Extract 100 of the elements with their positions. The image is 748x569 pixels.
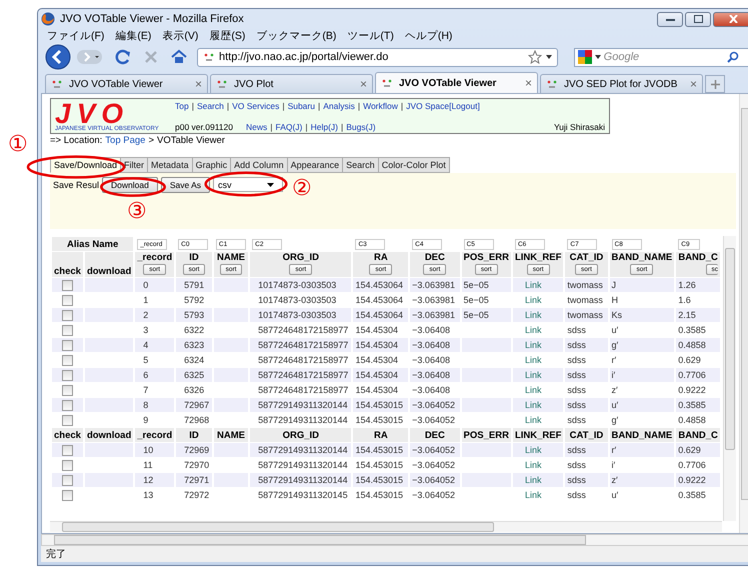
checkbox[interactable] xyxy=(62,460,73,471)
table-link[interactable]: Link xyxy=(514,295,542,305)
table-link[interactable]: Link xyxy=(514,460,542,470)
new-tab-button[interactable] xyxy=(705,75,725,93)
checkbox[interactable] xyxy=(62,414,73,426)
vertical-scrollbar[interactable] xyxy=(723,236,736,521)
tab[interactable]: Metadata xyxy=(147,157,193,173)
browser-tab[interactable]: JVO SED Plot for JVODB × xyxy=(540,74,703,93)
table-link[interactable]: Link xyxy=(514,325,542,335)
table-cell: −3.06408 xyxy=(412,355,450,365)
nav-link[interactable]: Subaru xyxy=(288,101,315,111)
checkbox[interactable] xyxy=(62,400,73,411)
column-title: DEC xyxy=(424,252,445,263)
format-select[interactable]: csv xyxy=(213,177,284,192)
checkbox[interactable] xyxy=(62,324,73,336)
browser-tab[interactable]: JVO VOTable Viewer × xyxy=(375,72,538,93)
horizontal-scrollbar[interactable] xyxy=(50,521,722,532)
address-field[interactable]: http://jvo.nao.ac.jp/portal/viewer.do xyxy=(197,48,558,66)
separator-text: | xyxy=(270,122,272,132)
table-cell: −3.064052 xyxy=(412,475,455,485)
logo-text[interactable]: JVO xyxy=(55,101,130,126)
checkbox[interactable] xyxy=(62,294,73,306)
star-icon[interactable] xyxy=(528,50,542,64)
checkbox[interactable] xyxy=(62,444,73,456)
tab[interactable]: Filter xyxy=(120,157,148,173)
tab-close-button[interactable]: × xyxy=(360,77,367,91)
nav-link[interactable]: VO Services xyxy=(232,101,280,111)
search-field[interactable]: Google xyxy=(574,48,748,66)
menu-item[interactable]: 編集(E) xyxy=(115,29,152,43)
tab[interactable]: Add Column xyxy=(230,157,288,173)
table-cell: g′ xyxy=(612,415,618,425)
checkbox[interactable] xyxy=(62,490,73,501)
menu-item[interactable]: ヘルプ(H) xyxy=(404,29,452,43)
nav-link[interactable]: JVO Space[Logout] xyxy=(406,101,480,111)
tab[interactable]: Search xyxy=(342,157,379,173)
separator-text: | xyxy=(318,101,320,111)
checkbox[interactable] xyxy=(62,280,73,291)
site-icon xyxy=(546,79,558,89)
nav-link[interactable]: Workflow xyxy=(363,101,398,111)
menu-item[interactable]: ブックマーク(B) xyxy=(256,29,336,43)
checkbox[interactable] xyxy=(62,340,73,351)
nav-link[interactable]: Help(J) xyxy=(310,122,338,132)
tab-close-button[interactable]: × xyxy=(194,77,202,91)
checkbox[interactable] xyxy=(62,310,73,321)
table-cell: 72970 xyxy=(184,460,210,470)
nav-link[interactable]: Analysis xyxy=(323,101,355,111)
minimize-button[interactable] xyxy=(657,12,683,26)
reload-button[interactable] xyxy=(115,49,131,65)
table-link[interactable]: Link xyxy=(514,385,542,395)
menu-item[interactable]: ファイル(F) xyxy=(47,29,104,43)
table-cell: 587724648172158977 xyxy=(258,385,348,395)
tab[interactable]: Graphic xyxy=(192,157,232,173)
table-cell: −3.063981 xyxy=(412,310,455,320)
tab[interactable]: Appearance xyxy=(286,157,344,173)
table-link[interactable]: Link xyxy=(514,355,542,365)
table-link[interactable]: Link xyxy=(514,490,542,500)
browser-tab[interactable]: JVO VOTable Viewer × xyxy=(45,74,208,93)
nav-link[interactable]: Search xyxy=(196,101,224,111)
back-button[interactable] xyxy=(45,44,73,70)
horizontal-scrollbar[interactable] xyxy=(41,534,748,546)
table-link[interactable]: Link xyxy=(514,415,542,425)
table-cell: 72971 xyxy=(184,475,210,485)
table-cell: 154.453015 xyxy=(355,490,404,500)
checkbox[interactable] xyxy=(62,354,73,366)
breadcrumb-link[interactable]: Top Page xyxy=(105,135,146,146)
checkbox[interactable] xyxy=(62,474,73,486)
table-cell: 587724648172158977 xyxy=(258,325,348,335)
nav-link[interactable]: Top xyxy=(175,101,189,111)
search-icon[interactable] xyxy=(726,51,739,63)
separator-text: | xyxy=(305,122,308,132)
tab-close-button[interactable]: × xyxy=(524,76,532,90)
separator-text: | xyxy=(192,101,194,111)
save-as-button[interactable]: Save As xyxy=(160,177,210,193)
checkbox[interactable] xyxy=(62,370,73,381)
table-cell: 587724648172158977 xyxy=(258,370,348,380)
dropdown-icon[interactable] xyxy=(594,55,601,59)
table-cell: 587729149311320144 xyxy=(258,460,348,470)
browser-tab[interactable]: JVO Plot × xyxy=(210,74,373,93)
column-header: RA xyxy=(353,428,408,442)
table-cell: sdss xyxy=(567,445,586,455)
home-button[interactable] xyxy=(171,49,187,65)
maximize-button[interactable] xyxy=(685,12,711,26)
table-cell: 0.4858 xyxy=(678,340,706,350)
dropdown-icon[interactable] xyxy=(546,55,552,59)
tab-close-button[interactable]: × xyxy=(690,77,697,91)
menu-item[interactable]: 表示(V) xyxy=(162,29,198,43)
checkbox[interactable] xyxy=(62,384,73,396)
table-cell: 6322 xyxy=(184,325,204,335)
tab[interactable]: Color-Color Plot xyxy=(378,157,450,173)
table-cell: −3.064052 xyxy=(412,490,455,500)
table-cell: −3.063981 xyxy=(412,280,455,290)
column-title: CAT_ID xyxy=(570,252,604,263)
table-cell: 154.453064 xyxy=(355,295,404,305)
menu-item[interactable]: ツール(T) xyxy=(347,29,394,43)
menu-item[interactable]: 履歴(S) xyxy=(209,29,246,43)
nav-link[interactable]: Bugs(J) xyxy=(346,122,376,132)
stop-button[interactable] xyxy=(143,49,159,65)
nav-link[interactable]: FAQ(J) xyxy=(275,122,302,132)
close-button[interactable] xyxy=(713,12,748,26)
nav-link[interactable]: News xyxy=(246,122,268,132)
